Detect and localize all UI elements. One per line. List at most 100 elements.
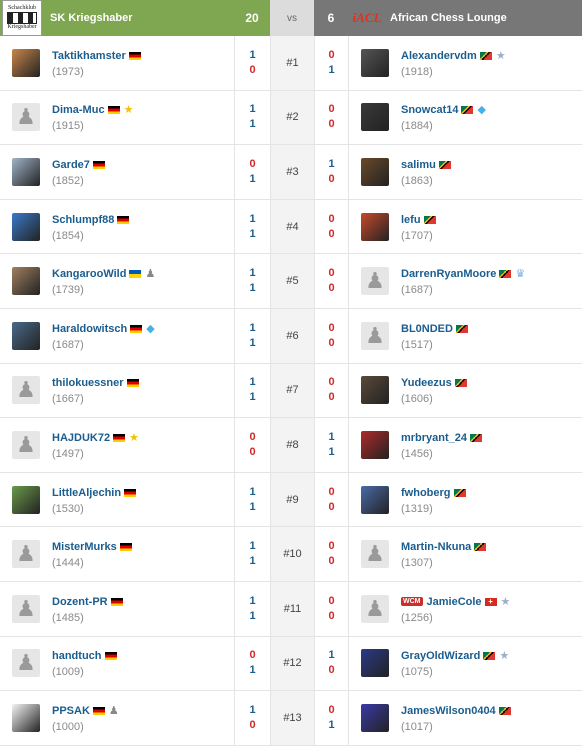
- game-score[interactable]: 1: [249, 375, 255, 390]
- game-score[interactable]: 0: [328, 172, 334, 187]
- left-team-name[interactable]: SK Kriegshaber: [50, 12, 133, 24]
- avatar[interactable]: [361, 649, 389, 678]
- avatar[interactable]: [12, 48, 40, 77]
- game-score[interactable]: 0: [328, 609, 334, 624]
- avatar[interactable]: [361, 103, 389, 132]
- avatar[interactable]: [361, 703, 389, 732]
- game-score[interactable]: 0: [328, 281, 334, 296]
- game-score[interactable]: 0: [328, 336, 334, 351]
- player-name-link[interactable]: thilokuessner: [52, 377, 124, 389]
- avatar[interactable]: [12, 703, 40, 732]
- player-name-link[interactable]: Snowcat14: [401, 104, 458, 116]
- game-score[interactable]: 0: [328, 554, 334, 569]
- game-score[interactable]: 1: [249, 609, 255, 624]
- game-score[interactable]: 1: [249, 117, 255, 132]
- game-score[interactable]: 1: [249, 336, 255, 351]
- game-score[interactable]: 0: [328, 266, 334, 281]
- game-score[interactable]: 0: [328, 117, 334, 132]
- avatar[interactable]: [361, 376, 389, 405]
- avatar[interactable]: [12, 485, 40, 514]
- player-name-link[interactable]: fwhoberg: [401, 487, 451, 499]
- player-name-link[interactable]: Schlumpf88: [52, 214, 114, 226]
- game-score[interactable]: 0: [249, 430, 255, 445]
- game-score[interactable]: 0: [328, 500, 334, 515]
- game-score[interactable]: 1: [328, 430, 334, 445]
- player-name-link[interactable]: MisterMurks: [52, 541, 117, 553]
- game-score[interactable]: 0: [328, 48, 334, 63]
- avatar[interactable]: ♟: [361, 321, 389, 350]
- game-score[interactable]: 1: [249, 703, 255, 718]
- avatar[interactable]: [361, 157, 389, 186]
- avatar[interactable]: ♟: [12, 430, 40, 459]
- game-score[interactable]: 0: [328, 321, 334, 336]
- player-name-link[interactable]: PPSAK: [52, 705, 90, 717]
- game-score[interactable]: 0: [249, 445, 255, 460]
- avatar[interactable]: ♟: [12, 376, 40, 405]
- game-score[interactable]: 0: [328, 212, 334, 227]
- avatar[interactable]: ♟: [361, 594, 389, 623]
- player-name-link[interactable]: handtuch: [52, 650, 102, 662]
- game-score[interactable]: 0: [328, 594, 334, 609]
- player-name-link[interactable]: LittleAljechin: [52, 487, 121, 499]
- player-name-link[interactable]: Garde7: [52, 159, 90, 171]
- player-name-link[interactable]: Alexandervdm: [401, 50, 477, 62]
- avatar[interactable]: ♟: [12, 594, 40, 623]
- avatar[interactable]: [12, 267, 40, 296]
- avatar[interactable]: ♟: [12, 103, 40, 132]
- player-name-link[interactable]: HAJDUK72: [52, 432, 110, 444]
- game-score[interactable]: 1: [249, 500, 255, 515]
- game-score[interactable]: 0: [249, 63, 255, 78]
- game-score[interactable]: 1: [249, 554, 255, 569]
- player-name-link[interactable]: Martin-Nkuna: [401, 541, 471, 553]
- game-score[interactable]: 1: [249, 485, 255, 500]
- game-score[interactable]: 1: [328, 63, 334, 78]
- game-score[interactable]: 0: [249, 718, 255, 733]
- game-score[interactable]: 1: [328, 648, 334, 663]
- game-score[interactable]: 0: [328, 485, 334, 500]
- player-name-link[interactable]: mrbryant_24: [401, 432, 467, 444]
- avatar[interactable]: ♟: [361, 540, 389, 569]
- left-team-header[interactable]: Schachklub Kriegshaber SK Kriegshaber: [0, 0, 234, 36]
- game-score[interactable]: 1: [249, 48, 255, 63]
- game-score[interactable]: 1: [249, 227, 255, 242]
- game-score[interactable]: 0: [328, 227, 334, 242]
- avatar[interactable]: ♟: [361, 267, 389, 296]
- game-score[interactable]: 1: [249, 539, 255, 554]
- player-name-link[interactable]: lefu: [401, 214, 421, 226]
- right-team-name[interactable]: African Chess Lounge: [390, 12, 507, 24]
- player-name-link[interactable]: DarrenRyanMoore: [401, 268, 496, 280]
- player-name-link[interactable]: salimu: [401, 159, 436, 171]
- avatar[interactable]: [12, 212, 40, 241]
- player-name-link[interactable]: BL0NDED: [401, 323, 453, 335]
- player-name-link[interactable]: Yudeezus: [401, 377, 452, 389]
- avatar[interactable]: [361, 430, 389, 459]
- avatar[interactable]: ♟: [12, 649, 40, 678]
- avatar[interactable]: [361, 212, 389, 241]
- game-score[interactable]: 0: [328, 663, 334, 678]
- player-name-link[interactable]: JamieCole: [427, 596, 482, 608]
- player-name-link[interactable]: KangarooWild: [52, 268, 126, 280]
- player-name-link[interactable]: Dozent-PR: [52, 596, 108, 608]
- game-score[interactable]: 0: [328, 703, 334, 718]
- player-name-link[interactable]: Haraldowitsch: [52, 323, 127, 335]
- game-score[interactable]: 1: [249, 281, 255, 296]
- game-score[interactable]: 0: [328, 390, 334, 405]
- game-score[interactable]: 1: [249, 212, 255, 227]
- game-score[interactable]: 0: [328, 539, 334, 554]
- game-score[interactable]: 1: [249, 172, 255, 187]
- avatar[interactable]: [361, 48, 389, 77]
- player-name-link[interactable]: Dima-Muc: [52, 104, 105, 116]
- game-score[interactable]: 1: [328, 718, 334, 733]
- game-score[interactable]: 1: [328, 157, 334, 172]
- game-score[interactable]: 0: [249, 648, 255, 663]
- player-name-link[interactable]: Taktikhamster: [52, 50, 126, 62]
- right-team-header[interactable]: iACL African Chess Lounge: [348, 0, 582, 36]
- player-name-link[interactable]: GrayOldWizard: [401, 650, 480, 662]
- game-score[interactable]: 1: [249, 102, 255, 117]
- game-score[interactable]: 1: [249, 321, 255, 336]
- avatar[interactable]: [361, 485, 389, 514]
- avatar[interactable]: ♟: [12, 540, 40, 569]
- player-name-link[interactable]: JamesWilson0404: [401, 705, 496, 717]
- game-score[interactable]: 1: [249, 594, 255, 609]
- game-score[interactable]: 1: [249, 663, 255, 678]
